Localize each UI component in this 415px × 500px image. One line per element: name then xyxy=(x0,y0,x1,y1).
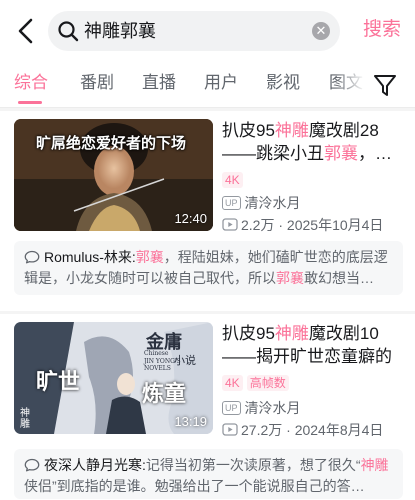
quality-badges: 4K 高帧数 xyxy=(222,374,293,392)
uploader-name[interactable]: 清泠水月 xyxy=(245,195,301,211)
comment-highlight: 神雕 xyxy=(360,457,389,473)
filter-icon[interactable] xyxy=(365,70,403,100)
thumbnail-big-text-right: 炼童 xyxy=(142,381,187,407)
up-icon: UP xyxy=(222,196,241,210)
publish-date: 2025年10月4日 xyxy=(286,217,384,233)
comment-highlight: 郭襄 xyxy=(276,270,304,286)
comment-highlight: 郭襄 xyxy=(135,249,164,265)
chevron-left-icon[interactable] xyxy=(12,14,40,48)
uploader-row[interactable]: UP 清泠水月 xyxy=(222,193,301,211)
comment-icon xyxy=(24,458,40,472)
tab-live[interactable]: 直播 xyxy=(142,72,176,94)
tab-users[interactable]: 用户 xyxy=(204,72,238,94)
video-thumbnail[interactable]: 旷世 炼童 金庸 小说 Chinese JIN YONG'S NOVELS 神雕… xyxy=(14,322,213,434)
quality-badges: 4K xyxy=(222,171,247,189)
video-duration: 13:19 xyxy=(174,414,207,429)
active-tab-indicator xyxy=(18,101,42,104)
title-highlight: 郭襄 xyxy=(324,144,358,163)
title-text: 扒皮95 xyxy=(222,324,275,343)
thumbnail-english-text: Chinese xyxy=(144,350,169,357)
up-icon: UP xyxy=(222,401,241,415)
video-card[interactable]: 旷屌绝恋爱好者的下场 12:40 扒皮95神雕魔改剧28——跳梁小丑郭襄，… 4… xyxy=(0,111,415,311)
comment-author: 夜深人静月光寒: xyxy=(44,457,146,473)
title-text: 扒皮95 xyxy=(222,121,275,140)
title-highlight: 神雕 xyxy=(274,324,309,343)
search-icon xyxy=(58,21,79,42)
top-comment[interactable]: Romulus-林来:郭襄，程陆姐妹，她们磕旷世恋的底层逻辑是，小龙女随时可以被… xyxy=(14,241,403,295)
thumbnail-tag-text: 神雕 xyxy=(20,408,30,430)
tab-all[interactable]: 综合 xyxy=(14,72,48,94)
comment-text: 侠侣”到底指的是谁。勉强给出了一个能说服自己的答… xyxy=(24,478,365,494)
comment-text: 记得当初第一次读原著，想了很久“ xyxy=(145,457,361,473)
video-duration: 12:40 xyxy=(174,211,207,226)
view-count: 27.2万 xyxy=(241,422,283,438)
uploader-name[interactable]: 清泠水月 xyxy=(245,400,301,416)
thumbnail-english-text: NOVELS xyxy=(144,365,171,372)
thumbnail-caption: 旷屌绝恋爱好者的下场 xyxy=(36,134,187,152)
quality-badge: 4K xyxy=(222,172,243,188)
video-stats: 27.2万 · 2024年8月4日 xyxy=(222,420,383,438)
play-count-icon xyxy=(222,218,238,231)
quality-badge: 4K xyxy=(222,375,243,391)
search-query-text: 神雕郭襄 xyxy=(84,21,156,41)
category-tabs: 综合 番剧 直播 用户 影视 图文 xyxy=(0,62,415,108)
clear-icon[interactable]: ✕ xyxy=(312,22,330,40)
top-comment[interactable]: 夜深人静月光寒:记得当初第一次读原著，想了很久“神雕侠侣”到底指的是谁。勉强给出… xyxy=(14,449,403,499)
top-bar: 神雕郭襄 ✕ 搜索 xyxy=(0,0,415,62)
search-button[interactable]: 搜索 xyxy=(363,18,401,42)
video-title[interactable]: 扒皮95神雕魔改剧28——跳梁小丑郭襄，… xyxy=(222,119,406,165)
thumbnail-english-text: JIN YONG'S xyxy=(144,358,181,365)
title-text: ，… xyxy=(358,144,392,163)
play-count-icon xyxy=(222,423,238,436)
video-thumbnail[interactable]: 旷屌绝恋爱好者的下场 12:40 xyxy=(14,119,213,231)
video-title[interactable]: 扒皮95神雕魔改剧10——揭开旷世恋童癖的画皮… xyxy=(222,322,406,368)
quality-badge: 高帧数 xyxy=(246,375,289,391)
video-card[interactable]: 旷世 炼童 金庸 小说 Chinese JIN YONG'S NOVELS 神雕… xyxy=(0,314,415,500)
tab-bangumi[interactable]: 番剧 xyxy=(80,72,114,94)
uploader-row[interactable]: UP 清泠水月 xyxy=(222,398,301,416)
comment-text: 敢幻想当… xyxy=(304,270,374,286)
search-input[interactable]: 神雕郭襄 ✕ xyxy=(48,11,340,51)
title-highlight: 神雕 xyxy=(274,121,309,140)
tab-movies[interactable]: 影视 xyxy=(266,72,300,94)
tabs-fade xyxy=(335,66,365,102)
view-count: 2.2万 xyxy=(241,217,275,233)
publish-date: 2024年8月4日 xyxy=(294,422,384,438)
thumbnail-big-text-left: 旷世 xyxy=(36,369,81,395)
video-stats: 2.2万 · 2025年10月4日 xyxy=(222,215,383,233)
comment-icon xyxy=(24,250,40,264)
comment-author: Romulus-林来: xyxy=(44,249,136,265)
